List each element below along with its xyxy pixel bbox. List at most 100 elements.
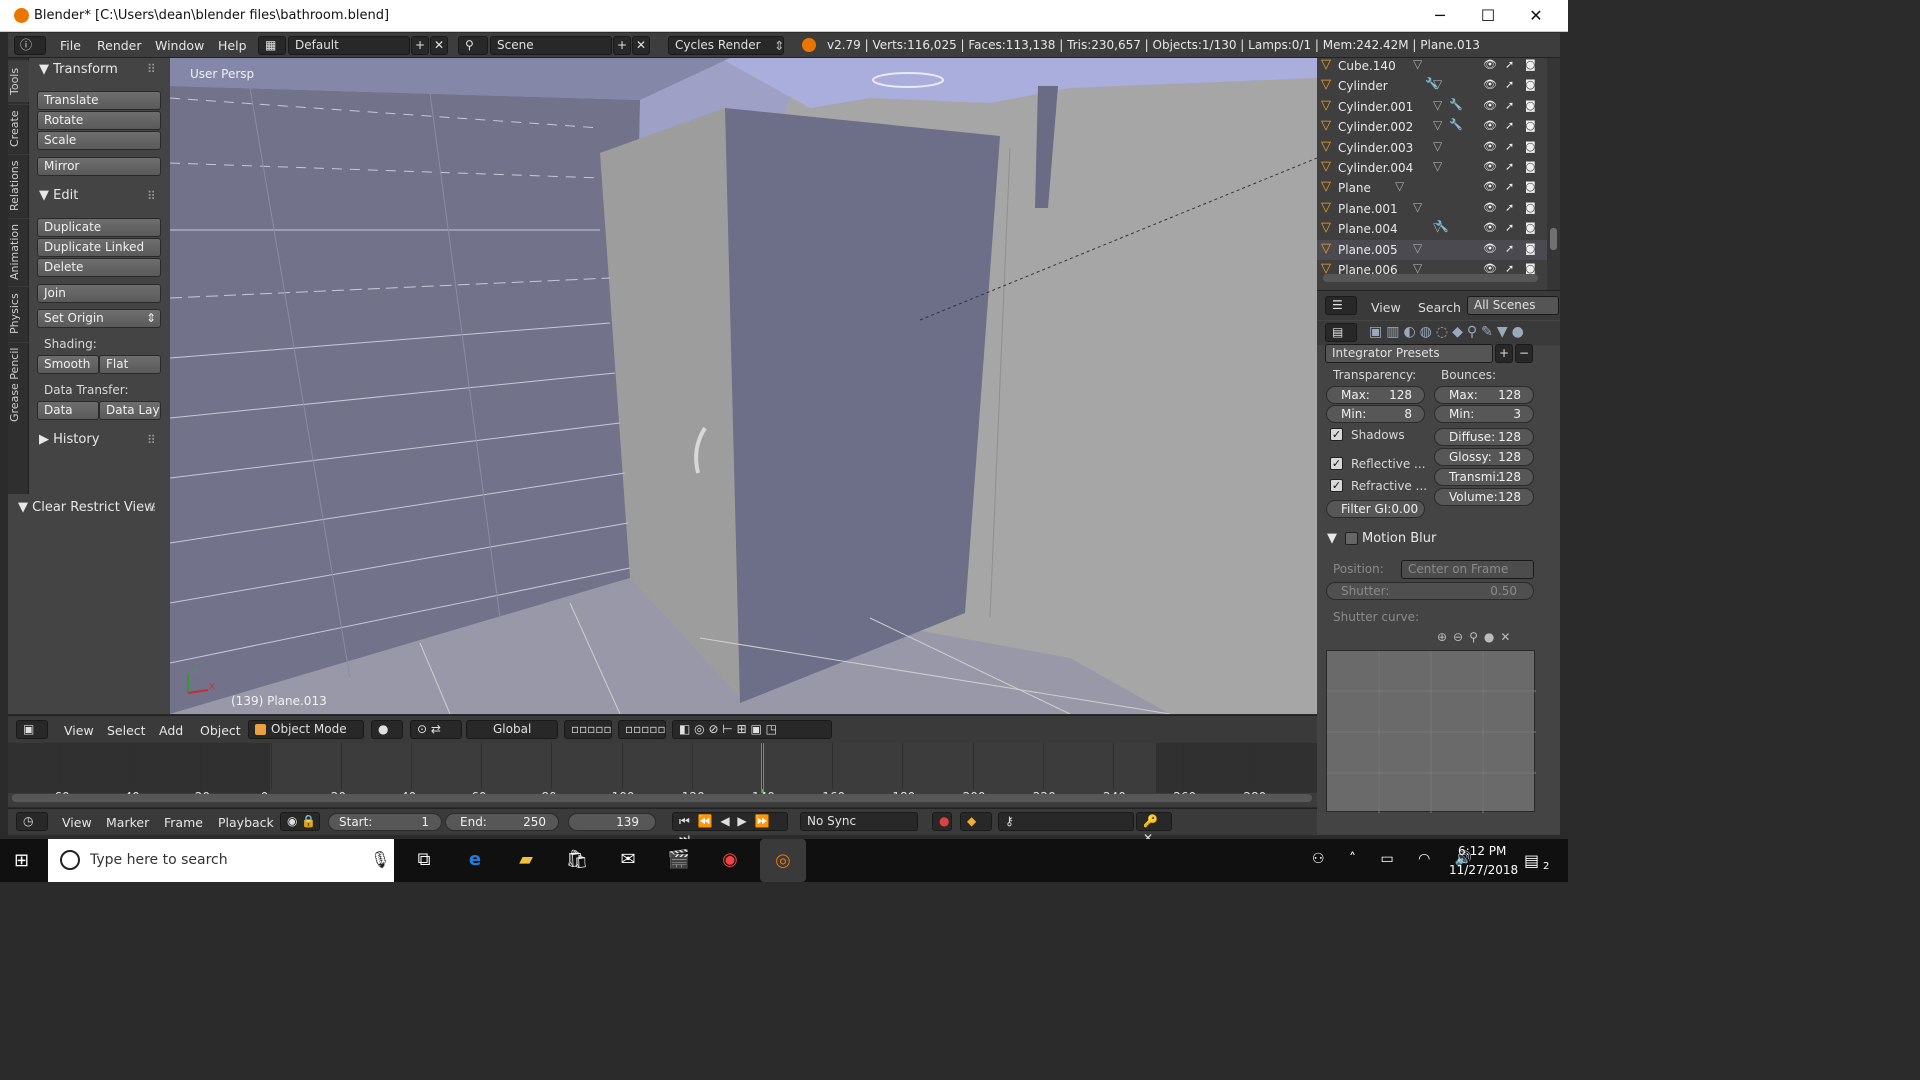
mesh-data-icon[interactable]: ▽ (1395, 179, 1404, 193)
data-layout-button[interactable]: Data Lay (99, 401, 161, 420)
render-camera-icon[interactable]: ◙ (1525, 140, 1536, 153)
keying-set-buttons[interactable]: 🔑 ✕ (1136, 812, 1172, 845)
diffuse-field[interactable]: Diffuse: 128 (1434, 428, 1534, 446)
chrome-icon[interactable]: ◉ (713, 843, 747, 877)
notifications-icon[interactable]: ▤ (1524, 851, 1539, 870)
remove-scene-button[interactable]: ✕ (632, 36, 650, 55)
selectable-cursor-icon[interactable]: ➚ (1505, 201, 1514, 214)
render-camera-icon[interactable]: ◙ (1525, 180, 1536, 193)
keying-set-field[interactable]: ⚷ (998, 812, 1134, 831)
shutter-curve-widget[interactable] (1326, 650, 1536, 813)
close-button[interactable]: ✕ (1513, 0, 1559, 32)
snap-tools-icon[interactable]: ◧ ◎ ⊘ ⊢ ⊞ ▣ ◳ (672, 720, 832, 739)
transmission-field[interactable]: Transmi: 128 (1434, 468, 1534, 486)
remove-preset-button[interactable]: − (1515, 344, 1533, 363)
flat-button[interactable]: Flat (99, 355, 161, 374)
menu-add[interactable]: Add (159, 723, 183, 738)
outliner-row[interactable]: ▽ Plane.004 ▽ 🔧 👁 ➚ ◙ (1317, 219, 1547, 239)
clock-time[interactable]: 6:12 PM (1458, 844, 1506, 858)
transparency-max-field[interactable]: Max: 128 (1326, 386, 1425, 404)
drag-handle-icon[interactable]: ⠿ (147, 189, 156, 203)
3d-viewport[interactable]: User Persp (139) Plane.013 z x (170, 58, 1317, 714)
outliner-row[interactable]: ▽ Cube.140 ▽ 👁 ➚ ◙ (1317, 58, 1547, 76)
scrollbar-thumb[interactable] (1550, 228, 1557, 250)
timeline-menu-frame[interactable]: Frame (164, 815, 203, 830)
store-icon[interactable]: 🛍 (560, 843, 594, 877)
task-view-icon[interactable]: ⧉ (407, 843, 441, 877)
duplicate-linked-button[interactable]: Duplicate Linked (37, 238, 161, 257)
glossy-field[interactable]: Glossy: 128 (1434, 448, 1534, 466)
end-frame-field[interactable]: End: 250 (445, 813, 559, 831)
shutter-field[interactable]: Shutter: 0.50 (1326, 582, 1534, 600)
shadows-checkbox[interactable]: ✓ (1330, 428, 1343, 441)
render-camera-icon[interactable]: ◙ (1525, 201, 1536, 214)
join-button[interactable]: Join (37, 284, 161, 303)
data-button[interactable]: Data (37, 401, 99, 420)
layers-grid-2[interactable]: ▫▫▫▫▫ (618, 720, 666, 739)
visibility-eye-icon[interactable]: 👁 (1483, 160, 1497, 173)
movies-icon[interactable]: 🎬 (662, 843, 696, 877)
render-camera-icon[interactable]: ◙ (1525, 160, 1536, 173)
timeline-menu-playback[interactable]: Playback (218, 815, 274, 830)
modifier-wrench-icon[interactable]: 🔧 (1449, 118, 1463, 131)
delete-button[interactable]: Delete (37, 258, 161, 277)
record-button[interactable]: ● (932, 812, 952, 831)
selectable-cursor-icon[interactable]: ➚ (1505, 160, 1514, 173)
volume-field[interactable]: Volume: 128 (1434, 488, 1534, 506)
mesh-data-icon[interactable]: ▽ (1433, 98, 1442, 112)
visibility-eye-icon[interactable]: 👁 (1483, 221, 1497, 234)
reflective-caustics-checkbox[interactable]: ✓ (1330, 457, 1343, 470)
scene-selector[interactable]: Scene (490, 36, 612, 55)
selectable-cursor-icon[interactable]: ➚ (1505, 180, 1514, 193)
microphone-icon[interactable]: 🎙 (370, 850, 390, 869)
clock-date[interactable]: 11/27/2018 (1449, 863, 1518, 877)
playback-controls[interactable]: ⏮ ⏪ ◀ ▶ ⏩ ⏭ (672, 812, 788, 845)
sync-mode-select[interactable]: No Sync (800, 812, 918, 831)
tab-grease-pencil[interactable]: Grease Pencil (8, 342, 29, 426)
menu-object[interactable]: Object (200, 723, 241, 738)
visibility-eye-icon[interactable]: 👁 (1483, 242, 1497, 255)
add-preset-button[interactable]: + (1495, 344, 1513, 363)
current-frame-field[interactable]: 139 (568, 813, 656, 831)
properties-editor-icon[interactable]: ▤ (1325, 323, 1357, 342)
smooth-button[interactable]: Smooth (37, 355, 99, 374)
timeline[interactable]: -60-40-200204060801001201401601802002202… (8, 743, 1317, 807)
properties-context-icons[interactable]: ▣▥◐◍◌◆⚲✎▼● (1369, 324, 1528, 340)
scale-button[interactable]: Scale (37, 131, 161, 150)
render-camera-icon[interactable]: ◙ (1525, 242, 1536, 255)
layout-selector[interactable]: Default (288, 36, 410, 55)
transparency-min-field[interactable]: Min: 8 (1326, 405, 1425, 423)
keyframe-type-icon[interactable]: ◆ (960, 812, 992, 831)
mirror-button[interactable]: Mirror (37, 157, 161, 176)
transform-panel-header[interactable]: ▼ Transform (39, 62, 118, 77)
timeline-menu-view[interactable]: View (62, 815, 92, 830)
motion-blur-checkbox[interactable] (1345, 532, 1358, 545)
menu-select[interactable]: Select (107, 723, 146, 738)
render-camera-icon[interactable]: ◙ (1525, 221, 1536, 234)
clear-restrict-header[interactable]: ▼ Clear Restrict View (18, 500, 155, 515)
mesh-data-icon[interactable]: ▽ (1413, 58, 1422, 71)
menu-file[interactable]: File (60, 38, 81, 53)
selectable-cursor-icon[interactable]: ➚ (1505, 221, 1514, 234)
mesh-data-icon[interactable]: ▽ (1433, 139, 1442, 153)
remove-layout-button[interactable]: ✕ (430, 36, 448, 55)
outliner-row[interactable]: ▽ Plane.001 ▽ 👁 ➚ ◙ (1317, 199, 1547, 219)
mesh-data-icon[interactable]: ▽ (1413, 241, 1422, 255)
drag-handle-icon[interactable]: ⠿ (147, 433, 156, 447)
maximize-button[interactable]: ☐ (1465, 0, 1511, 32)
outliner-menu-view[interactable]: View (1371, 300, 1401, 315)
translate-button[interactable]: Translate (37, 91, 161, 110)
editor-type-icon[interactable]: ▣ (16, 720, 48, 739)
outliner-row[interactable]: ▽ Plane ▽ 👁 ➚ ◙ (1317, 178, 1547, 198)
outliner-row[interactable]: ▽ Cylinder.004 ▽ 👁 ➚ ◙ (1317, 158, 1547, 178)
position-select[interactable]: Center on Frame (1401, 560, 1534, 579)
outliner-row[interactable]: ▽ Cylinder ▽ 🔧 👁 ➚ ◙ (1317, 76, 1547, 96)
duplicate-button[interactable]: Duplicate (37, 218, 161, 237)
tab-create[interactable]: Create (8, 104, 29, 152)
selectable-cursor-icon[interactable]: ➚ (1505, 140, 1514, 153)
render-camera-icon[interactable]: ◙ (1525, 119, 1536, 132)
mail-icon[interactable]: ✉ (611, 843, 645, 877)
keying-icons[interactable]: ◉ 🔒 (280, 812, 320, 831)
outliner-scrollbar[interactable] (1547, 58, 1560, 290)
outliner-editor-icon[interactable]: ☰ (1325, 296, 1357, 315)
